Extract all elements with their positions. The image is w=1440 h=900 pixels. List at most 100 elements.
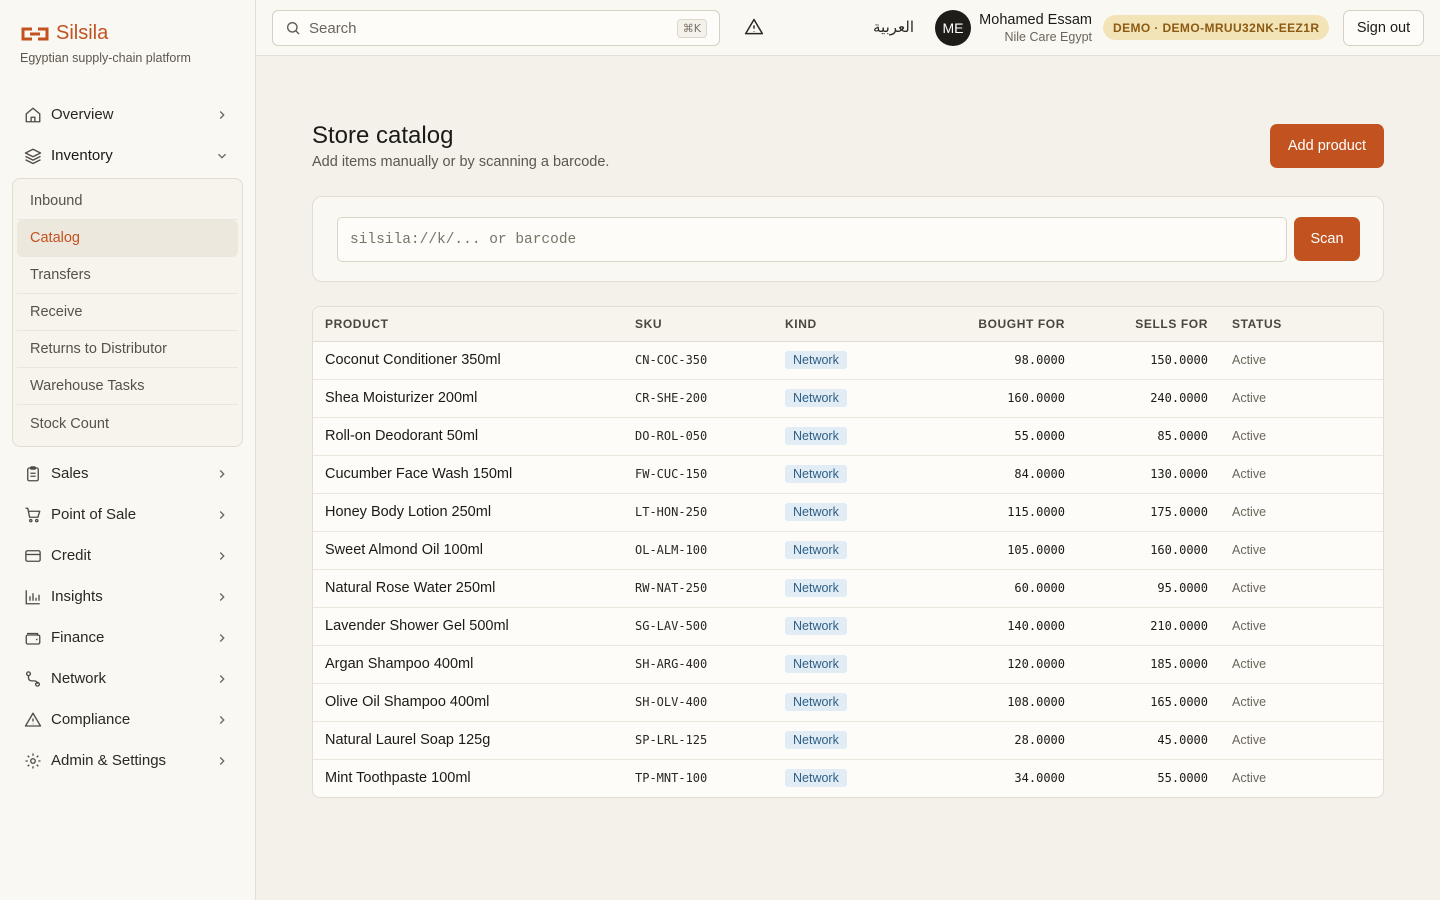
- avatar[interactable]: ME: [935, 10, 971, 46]
- sidebar-item-inventory[interactable]: Inventory: [12, 135, 243, 176]
- gear-icon: [24, 752, 42, 770]
- kind-cell: Network: [785, 531, 905, 569]
- sidebar-item-sales[interactable]: Sales: [12, 453, 243, 494]
- kind-cell: Network: [785, 721, 905, 759]
- table-row[interactable]: Roll-on Deodorant 50ml DO-ROL-050 Network 5…: [313, 417, 1383, 455]
- column-header-sku: SKU: [635, 307, 785, 342]
- table-row[interactable]: Coconut Conditioner 350ml CN-COC-350 Netwo…: [313, 341, 1383, 379]
- search-icon: [285, 20, 301, 36]
- chain-logo-icon: [20, 25, 50, 43]
- table-row[interactable]: Honey Body Lotion 250ml LT-HON-250 Network…: [313, 493, 1383, 531]
- table-row[interactable]: Natural Laurel Soap 125g SP-LRL-125 Networ…: [313, 721, 1383, 759]
- kind-badge: Network: [785, 617, 847, 635]
- search-input[interactable]: [309, 19, 669, 37]
- subnav-item-transfers[interactable]: Transfers: [17, 257, 238, 294]
- column-header-status: STATUS: [1208, 307, 1383, 342]
- demo-badge: DEMO · DEMO-MRUU32NK-EEZ1R: [1103, 15, 1330, 40]
- chevron-right-icon: [215, 672, 229, 686]
- credit-card-icon: [24, 547, 42, 565]
- brand-tagline: Egyptian supply-chain platform: [20, 51, 191, 65]
- product-sku: DO-ROL-050: [635, 429, 708, 443]
- sidebar-item-compliance[interactable]: Compliance: [12, 699, 243, 740]
- product-sku: CR-SHE-200: [635, 391, 708, 405]
- subnav-item-catalog[interactable]: Catalog: [17, 220, 238, 257]
- sidebar-item-admin-settings[interactable]: Admin & Settings: [12, 740, 243, 781]
- search-box[interactable]: ⌘K: [272, 10, 720, 46]
- sidebar-item-credit[interactable]: Credit: [12, 535, 243, 576]
- table-row[interactable]: Mint Toothpaste 100ml TP-MNT-100 Network 34…: [313, 759, 1383, 797]
- product-name: Natural Laurel Soap 125g: [325, 732, 491, 748]
- product-name: Olive Oil Shampoo 400ml: [325, 694, 490, 710]
- sell-price: 85.0000: [1157, 429, 1208, 443]
- status-label: Active: [1232, 581, 1267, 595]
- product-sku: SG-LAV-500: [635, 619, 708, 633]
- sell-price: 210.0000: [1150, 619, 1208, 633]
- kind-cell: Network: [785, 569, 905, 607]
- bought-price: 160.0000: [1007, 391, 1065, 405]
- catalog-table-card: PRODUCT SKU KIND BOUGHT FOR SELLS FOR ST…: [312, 306, 1384, 798]
- table-row[interactable]: Lavender Shower Gel 500ml SG-LAV-500 Netwo…: [313, 607, 1383, 645]
- sidebar-item-finance[interactable]: Finance: [12, 617, 243, 658]
- subnav-item-stock-count[interactable]: Stock Count: [17, 405, 238, 442]
- bought-price: 60.0000: [1014, 581, 1065, 595]
- warning-icon: [24, 711, 42, 729]
- kind-badge: Network: [785, 503, 847, 521]
- kind-badge: Network: [785, 769, 847, 788]
- table-row[interactable]: Cucumber Face Wash 150ml FW-CUC-150 Networ…: [313, 455, 1383, 493]
- bought-price: 140.0000: [1007, 619, 1065, 633]
- table-row[interactable]: Natural Rose Water 250ml RW-NAT-250 Networ…: [313, 569, 1383, 607]
- sidebar-item-network[interactable]: Network: [12, 658, 243, 699]
- topbar: ⌘K العربية ME Mohamed Essam Nile Care Eg…: [256, 0, 1440, 56]
- table-row[interactable]: Shea Moisturizer 200ml CR-SHE-200 Network 1…: [313, 379, 1383, 417]
- barcode-input[interactable]: [337, 217, 1287, 262]
- language-toggle[interactable]: العربية: [873, 18, 914, 36]
- product-name: Mint Toothpaste 100ml: [325, 770, 471, 787]
- sidebar-item-point-of-sale[interactable]: Point of Sale: [12, 494, 243, 535]
- product-name: Lavender Shower Gel 500ml: [325, 618, 509, 634]
- bought-price: 34.0000: [1014, 771, 1065, 786]
- table-row[interactable]: Olive Oil Shampoo 400ml SH-OLV-400 Network…: [313, 683, 1383, 721]
- sidebar-item-overview[interactable]: Overview: [12, 94, 243, 135]
- user-name: Mohamed Essam: [979, 12, 1092, 28]
- kind-badge: Network: [785, 389, 847, 407]
- bought-price: 120.0000: [1007, 657, 1065, 671]
- alert-icon[interactable]: [744, 17, 764, 37]
- sign-out-button[interactable]: Sign out: [1343, 10, 1424, 46]
- sell-price: 160.0000: [1150, 543, 1208, 557]
- kind-cell: Network: [785, 379, 905, 417]
- column-header-product: PRODUCT: [313, 307, 635, 342]
- sidebar-item-label: Sales: [51, 465, 89, 482]
- sidebar-item-label: Admin & Settings: [51, 752, 167, 769]
- kind-badge: Network: [785, 427, 847, 445]
- product-sku: CN-COC-350: [635, 353, 708, 367]
- home-icon: [24, 106, 42, 124]
- product-sku: OL-ALM-100: [635, 543, 708, 557]
- status-label: Active: [1232, 353, 1267, 367]
- subnav-item-receive[interactable]: Receive: [17, 294, 238, 331]
- chevron-right-icon: [215, 713, 229, 727]
- status-label: Active: [1232, 733, 1267, 747]
- sidebar-item-insights[interactable]: Insights: [12, 576, 243, 617]
- kind-cell: Network: [785, 455, 905, 493]
- add-product-button[interactable]: Add product: [1270, 124, 1384, 168]
- brand-name[interactable]: Silsila: [56, 22, 108, 45]
- subnav-item-inbound[interactable]: Inbound: [17, 183, 238, 220]
- sidebar-item-label: Insights: [51, 588, 103, 605]
- status-label: Active: [1232, 657, 1267, 671]
- table-row[interactable]: Argan Shampoo 400ml SH-ARG-400 Network 120.…: [313, 645, 1383, 683]
- product-name: Honey Body Lotion 250ml: [325, 504, 492, 520]
- table-row[interactable]: Sweet Almond Oil 100ml OL-ALM-100 Network 1…: [313, 531, 1383, 569]
- column-header-sells-for: SELLS FOR: [1065, 307, 1208, 342]
- bar-chart-icon: [24, 588, 42, 606]
- inventory-subnav: Inbound Catalog Transfers Receive Return…: [12, 178, 243, 447]
- kind-cell: Network: [785, 683, 905, 721]
- user-info: Mohamed Essam Nile Care Egypt: [979, 12, 1092, 44]
- clipboard-icon: [24, 465, 42, 483]
- scan-button[interactable]: Scan: [1294, 217, 1360, 261]
- subnav-item-returns-to-distributor[interactable]: Returns to Distributor: [17, 331, 238, 368]
- status-label: Active: [1232, 505, 1267, 519]
- sell-price: 165.0000: [1150, 695, 1208, 709]
- product-sku: FW-CUC-150: [635, 467, 708, 481]
- bought-price: 105.0000: [1007, 543, 1065, 557]
- subnav-item-warehouse-tasks[interactable]: Warehouse Tasks: [17, 368, 238, 405]
